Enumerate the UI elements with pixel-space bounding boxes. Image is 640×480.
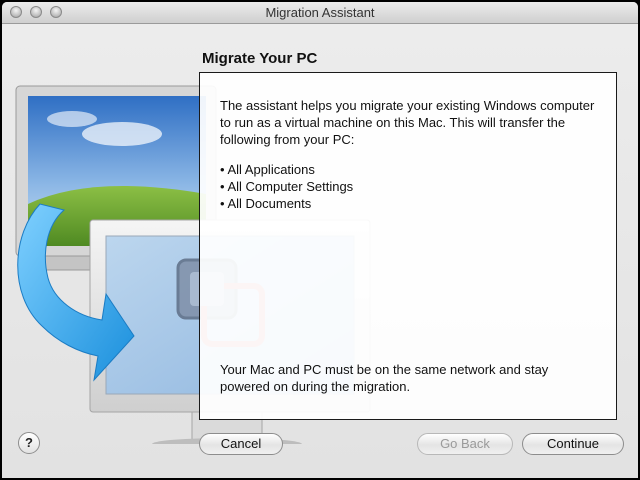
migration-assistant-window: Migration Assistant Migrate Your PC The … [2,2,638,478]
list-item: All Computer Settings [220,178,353,195]
transfer-list: All Applications All Computer Settings A… [220,161,353,212]
network-note: Your Mac and PC must be on the same netw… [220,362,549,394]
continue-button[interactable]: Continue [522,433,624,455]
intro-text: The assistant helps you migrate your exi… [220,98,595,147]
cancel-button[interactable]: Cancel [199,433,283,455]
go-back-button[interactable]: Go Back [417,433,513,455]
help-button[interactable]: ? [18,432,40,454]
window-title: Migration Assistant [265,5,375,20]
description-panel: The assistant helps you migrate your exi… [199,72,617,420]
title-bar: Migration Assistant [2,2,638,24]
content-area: Migrate Your PC The assistant helps you … [2,24,638,478]
list-item: All Documents [220,195,353,212]
list-item: All Applications [220,161,353,178]
